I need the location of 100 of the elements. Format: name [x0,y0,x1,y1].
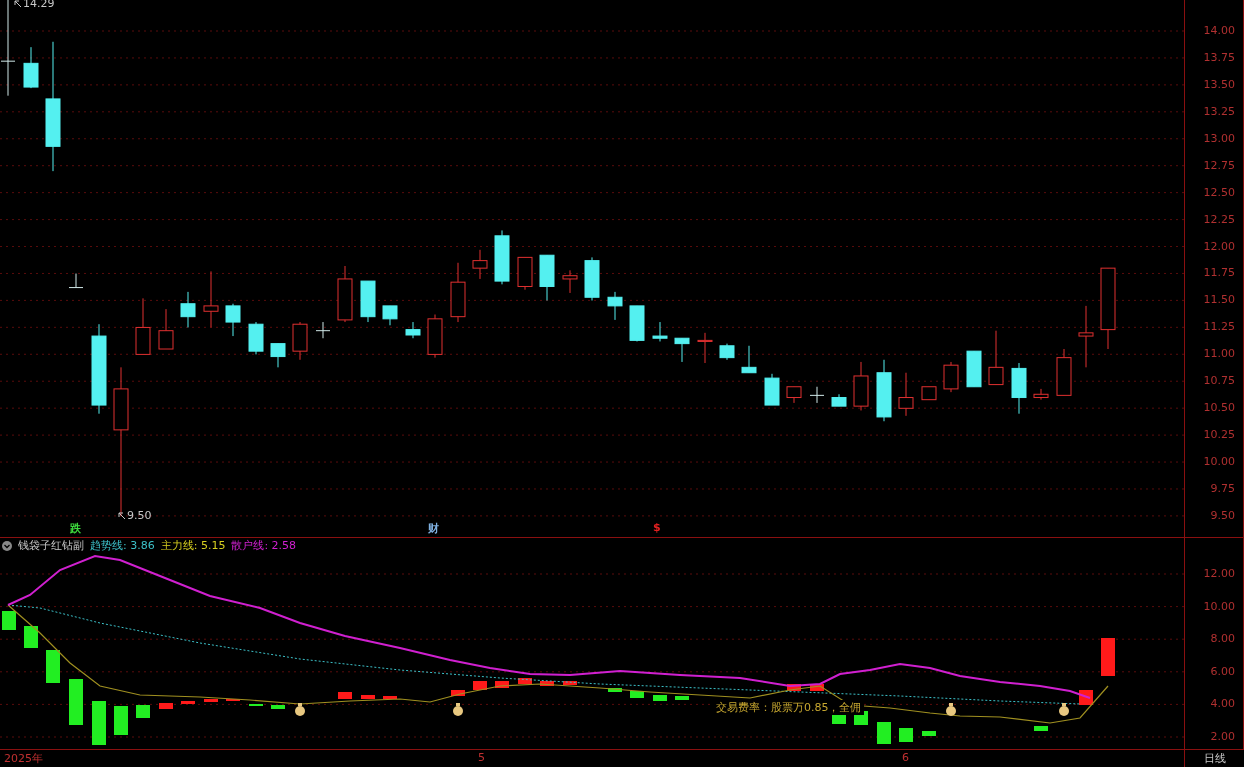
price-tick: 14.00 [1203,25,1235,37]
falling-bar [92,701,106,745]
candlestick [1011,362,1027,415]
candlestick [517,256,533,291]
falling-bar [653,695,667,701]
rising-bar [181,701,195,704]
price-tick: 12.00 [1203,240,1235,253]
price-tick: 13.25 [1203,105,1235,118]
falling-bar [675,696,689,700]
rising-bar [159,703,173,709]
falling-bar [630,691,644,698]
candlestick [360,280,376,323]
falling-bar [2,611,16,630]
money-bag-icon [295,703,305,716]
candlestick [809,386,825,404]
candlestick [966,350,982,388]
rising-bar [787,684,801,691]
rising-bar [563,681,577,685]
rising-bar [810,684,824,691]
candlestick [539,254,555,301]
candlestick [450,262,466,323]
candlestick [494,229,510,285]
indicator-tick: 6.00 [1210,665,1235,678]
indicator-value: 趋势线: 3.86 [90,538,155,553]
arrow-icon [118,511,126,520]
falling-bar [46,650,60,683]
price-tick: 11.00 [1203,348,1235,361]
price-tick: 13.75 [1203,51,1235,64]
date-label: 2025年 [4,751,43,766]
rising-bar [383,696,397,699]
price-tick: 9.50 [1210,509,1235,522]
candlestick [741,345,757,374]
price-tick: 12.25 [1203,213,1235,226]
candlestick [697,332,713,364]
candlestick [135,297,151,355]
falling-bar [608,688,622,692]
date-label: 5 [478,751,485,764]
candlestick [943,361,959,393]
price-tick: 10.25 [1203,429,1235,442]
falling-bar [69,679,83,725]
indicator-tick: 12.00 [1203,568,1235,580]
price-tick: 10.50 [1203,402,1235,415]
price-tick: 9.75 [1210,482,1235,495]
indicator-name: 钱袋子红钻副 [18,538,84,553]
candlestick [674,337,690,363]
price-tick: 11.50 [1203,294,1235,307]
rising-bar [338,692,352,699]
rising-bar [451,690,465,696]
event-marker: $ [653,521,661,534]
price-tick: 10.00 [1203,456,1235,469]
candlestick [921,386,937,401]
date-label: 6 [902,751,909,764]
price-tick: 12.75 [1203,159,1235,172]
candlestick [472,249,488,280]
rising-bar [495,681,509,688]
indicator-tick: 2.00 [1210,731,1235,743]
rising-bar [518,678,532,684]
candlestick [988,330,1004,386]
falling-bar [136,705,150,718]
candlestick [23,46,39,89]
price-tick: 13.50 [1203,78,1235,91]
candlestick [315,321,331,339]
falling-bar [1034,726,1048,731]
candlestick [1033,388,1049,401]
rising-bar [361,695,375,699]
falling-bar [877,722,891,744]
rising-bar [1101,638,1115,676]
price-tick: 13.00 [1203,132,1235,145]
indicator-value: 散户线: 2.58 [231,538,297,553]
falling-bar [922,731,936,736]
money-bag-icon [1059,703,1069,716]
candlestick [337,265,353,323]
candlestick [853,361,869,411]
money-bag-icon [946,703,956,716]
candlestick [562,269,578,294]
rising-bar [473,681,487,690]
candlestick [180,291,196,328]
event-marker: 跌 [70,521,81,536]
indicator-tick: 8.00 [1210,633,1235,646]
price-tick: 12.50 [1203,186,1235,199]
price-tick: 10.75 [1203,375,1235,388]
candlestick [1056,348,1072,396]
candlestick [898,372,914,417]
candlestick [876,359,892,422]
indicator-tick: 10.00 [1203,600,1235,613]
candlestick [382,305,398,326]
candlestick [405,321,421,339]
candlestick [203,270,219,328]
price-tick: 11.75 [1203,267,1235,280]
candlestick [1078,305,1094,368]
rising-bar [204,699,218,702]
candlestick [158,308,174,350]
candlestick [629,305,645,342]
collapse-icon[interactable] [2,540,12,551]
candlestick [248,321,264,355]
candlestick [270,343,286,368]
candlestick [831,393,847,407]
candlestick [68,273,84,289]
rising-bar [540,681,554,686]
candlestick [652,321,668,342]
